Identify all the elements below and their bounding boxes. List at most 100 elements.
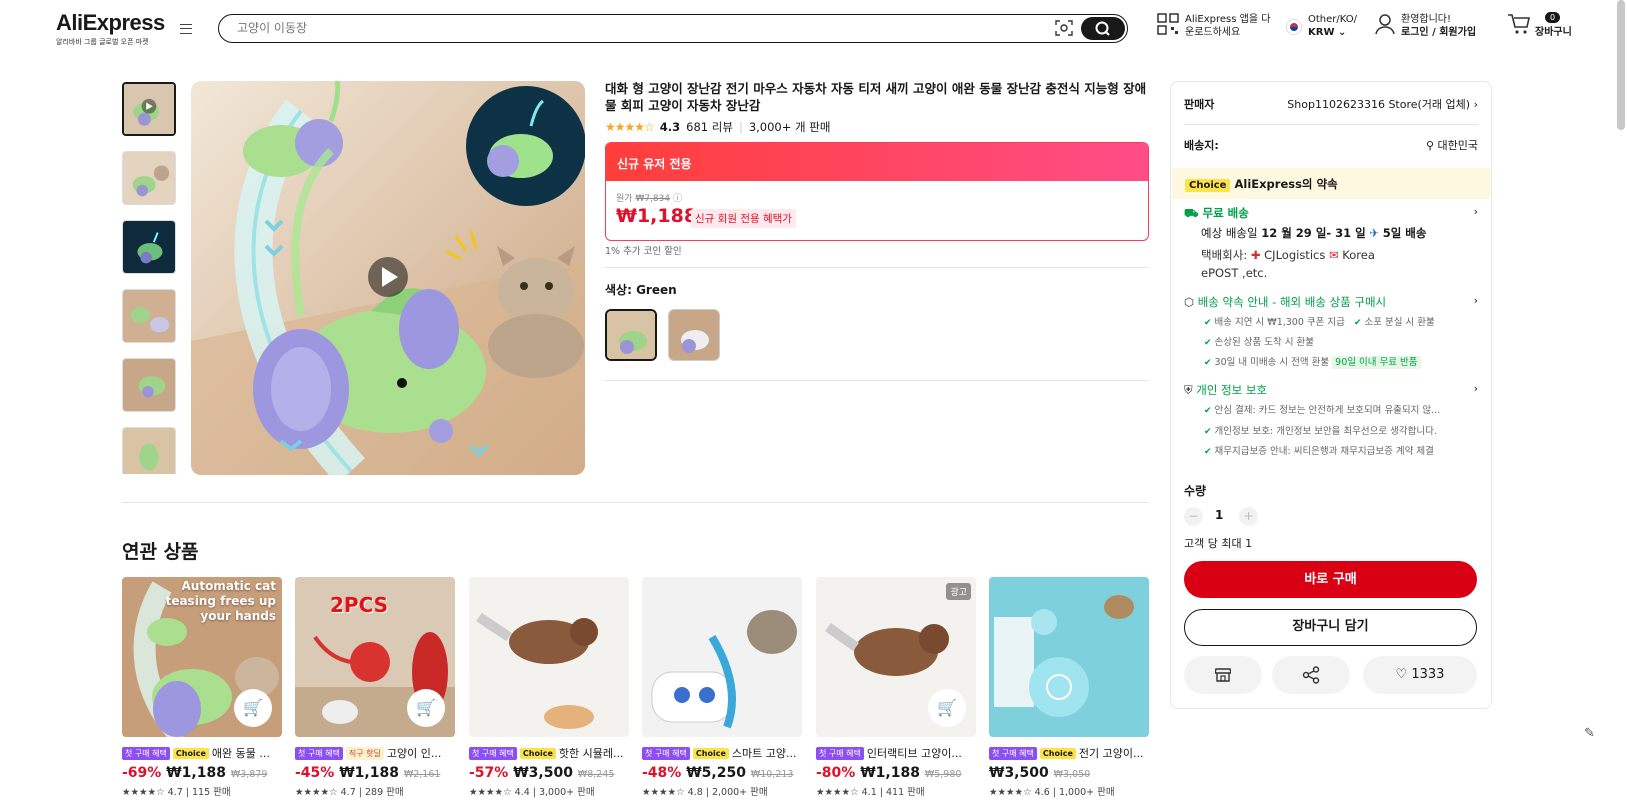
login-link[interactable]: 로그인 / 회원가입 bbox=[1401, 26, 1476, 39]
carrier-flag-icon: ✚ bbox=[1250, 248, 1261, 262]
product-card-image[interactable]: 2PCS 🛒 bbox=[295, 577, 455, 737]
original-price: ₩10,213 bbox=[750, 769, 794, 780]
thumbnail-4[interactable] bbox=[122, 289, 176, 343]
product-card-image[interactable] bbox=[989, 577, 1149, 737]
qr-code-icon bbox=[1157, 13, 1179, 35]
guarantee-row[interactable]: ⬡ 배송 약속 안내 - 해외 배송 상품 구매시 › bbox=[1184, 294, 1478, 310]
product-card[interactable]: 광고 🛒 첫 구매 혜택 인터랙티브 고양이... -80% ₩1,188 ₩5,… bbox=[816, 577, 976, 798]
quantity-label: 수량 bbox=[1184, 484, 1207, 498]
menu-icon[interactable] bbox=[180, 24, 192, 34]
coin-discount-note: 1% 추가 코인 할인 bbox=[605, 246, 682, 257]
product-card-image[interactable]: Automatic cat teasing frees up your hand… bbox=[122, 577, 282, 737]
product-card[interactable]: 2PCS 🛒 첫 구매 혜택 직구 핫딜 고양이 인... -45% ₩1,188 … bbox=[295, 577, 455, 798]
thumbnail-3[interactable] bbox=[122, 220, 176, 274]
buy-now-button[interactable]: 바로 구매 bbox=[1184, 561, 1477, 598]
store-button[interactable] bbox=[1184, 656, 1262, 694]
privacy-item-2: ✔ 개인정보 보호: 개인정보 보안을 최우선으로 생각합니다. bbox=[1204, 426, 1437, 437]
product-price: ₩1,188 bbox=[860, 765, 920, 781]
product-card-image[interactable]: 광고 🛒 bbox=[816, 577, 976, 737]
product-card[interactable]: Automatic cat teasing frees up your hand… bbox=[122, 577, 282, 798]
edit-icon[interactable]: ✎ bbox=[1584, 726, 1595, 741]
choice-promise-bar: Choice AliExpress의 약속 bbox=[1172, 168, 1490, 199]
info-icon[interactable]: ⓘ bbox=[673, 194, 682, 204]
seller-label: 판매자 bbox=[1184, 98, 1215, 111]
wishlist-button[interactable]: ♡ 1333 bbox=[1363, 656, 1477, 694]
account-menu[interactable]: 환영합니다! 로그인 / 회원가입 bbox=[1375, 13, 1476, 39]
thumbnail-video[interactable] bbox=[122, 82, 176, 136]
product-price: ₩1,188 bbox=[339, 765, 399, 781]
share-button[interactable] bbox=[1272, 656, 1350, 694]
brand-name: AliExpress bbox=[56, 10, 165, 35]
ship-to-label: 배송지: bbox=[1184, 139, 1219, 152]
product-name: 인터랙티브 고양이... bbox=[866, 747, 962, 760]
search-button[interactable] bbox=[1081, 17, 1125, 40]
app-line1: AliExpress 앱을 다 bbox=[1185, 14, 1271, 25]
quantity-decrease-button[interactable]: − bbox=[1184, 507, 1203, 526]
product-card-image[interactable] bbox=[469, 577, 629, 737]
choice-tag: Choice bbox=[1039, 747, 1076, 759]
star-rating-icon: ★★★★☆ bbox=[642, 787, 685, 798]
add-to-cart-button[interactable]: 장바구니 담기 bbox=[1184, 609, 1477, 646]
cart-link[interactable]: 0 장바구니 bbox=[1507, 12, 1572, 39]
top-header: AliExpress 알리바바 그룹 글로벌 오픈 마켓 AliExpress … bbox=[0, 0, 1627, 56]
star-rating-icon: ★★★★☆ bbox=[605, 120, 655, 134]
product-card[interactable]: 첫 구매 혜택 Choice 전기 고양이... ₩3,500 ₩3,050 ★★★… bbox=[989, 577, 1149, 798]
seller-row[interactable]: 판매자 Shop1102623316 Store(거래 업체) › bbox=[1184, 96, 1478, 112]
image-search-icon[interactable] bbox=[1055, 20, 1073, 36]
add-cart-icon[interactable]: 🛒 bbox=[234, 689, 272, 727]
korea-flag-icon bbox=[1286, 19, 1302, 35]
region-selector[interactable]: Other/KO/KRW ⌄ bbox=[1286, 13, 1357, 39]
search-input[interactable] bbox=[237, 21, 1037, 35]
chevron-right-icon: › bbox=[1473, 294, 1478, 307]
first-purchase-tag: 첫 구매 혜택 bbox=[642, 746, 690, 760]
thumbnail-5[interactable] bbox=[122, 358, 176, 412]
thumbnail-6[interactable] bbox=[122, 427, 176, 474]
free-return-tag: 90일 이내 무료 반품 bbox=[1332, 356, 1421, 369]
truck-icon: ⛟ bbox=[1184, 206, 1199, 220]
quantity-value[interactable]: 1 bbox=[1215, 508, 1223, 522]
review-count[interactable]: 681 리뷰 bbox=[686, 119, 733, 135]
discount-percent: -48% bbox=[642, 765, 682, 781]
play-video-button[interactable] bbox=[368, 257, 408, 297]
original-price: 원가 ₩7,834 ⓘ bbox=[616, 194, 682, 204]
divider bbox=[605, 267, 1149, 268]
color-swatch-white[interactable] bbox=[668, 309, 720, 361]
color-label: 색상: Green bbox=[605, 283, 677, 297]
cart-count-badge: 0 bbox=[1545, 12, 1561, 23]
current-price: ₩1,188 bbox=[616, 205, 698, 227]
product-card[interactable]: 첫 구매 혜택 Choice 핫한 시뮬레... -57% ₩3,500 ₩8,24… bbox=[469, 577, 629, 798]
card-sold: 2,000+ 판매 bbox=[711, 787, 768, 798]
star-rating-icon: ★★★★☆ bbox=[295, 787, 338, 798]
aliexpress-logo[interactable]: AliExpress 알리바바 그룹 글로벌 오픈 마켓 bbox=[56, 10, 165, 47]
ad-badge: 광고 bbox=[946, 583, 971, 600]
privacy-row[interactable]: ⛨ 개인 정보 보호 › bbox=[1184, 382, 1478, 398]
related-products-title: 연관 상품 bbox=[122, 541, 199, 563]
quantity-increase-button[interactable]: + bbox=[1239, 507, 1258, 526]
guarantee-title: 배송 약속 안내 - 해외 배송 상품 구매시 bbox=[1197, 295, 1387, 309]
divider bbox=[605, 380, 1149, 381]
add-cart-icon[interactable]: 🛒 bbox=[407, 689, 445, 727]
hot-deal-tag: 직구 핫딜 bbox=[345, 746, 384, 760]
privacy-item-1: ✔ 안심 결제: 카드 정보는 안전하게 보호되며 유출되지 않... bbox=[1204, 405, 1441, 416]
search-icon bbox=[1095, 21, 1110, 36]
divider bbox=[1184, 124, 1478, 125]
product-card-image[interactable] bbox=[642, 577, 802, 737]
ship-to-row[interactable]: 배송지: ⚲ 대한민국 bbox=[1184, 137, 1478, 153]
thumbnail-2[interactable] bbox=[122, 151, 176, 205]
page-scrollbar[interactable] bbox=[1617, 0, 1625, 130]
privacy-title: 개인 정보 보호 bbox=[1196, 383, 1268, 397]
app-download[interactable]: AliExpress 앱을 다 운로드하세요 bbox=[1157, 13, 1270, 39]
cart-icon bbox=[1508, 14, 1530, 34]
color-swatch-green[interactable] bbox=[605, 309, 657, 361]
card-overlay-text: Automatic cat bbox=[181, 579, 277, 593]
original-price: ₩3,879 bbox=[230, 769, 268, 780]
privacy-item-3: ✔ 채무지급보증 안내: 씨티은행과 채무지급보증 계약 체결 bbox=[1204, 446, 1434, 457]
product-card[interactable]: 첫 구매 혜택 Choice 스마트 고양... -48% ₩5,250 ₩10,2… bbox=[642, 577, 802, 798]
search-bar bbox=[218, 14, 1128, 43]
card-rating: 4.7 bbox=[167, 787, 183, 798]
free-shipping-row[interactable]: ⛟ 무료 배송 › bbox=[1184, 205, 1478, 222]
original-price: ₩8,245 bbox=[577, 769, 615, 780]
guarantee-item-3: ✔ 30일 내 미배송 시 전액 환불 90일 이내 무료 반품 bbox=[1204, 354, 1421, 369]
main-product-image[interactable] bbox=[191, 81, 585, 475]
add-cart-icon[interactable]: 🛒 bbox=[928, 689, 966, 727]
